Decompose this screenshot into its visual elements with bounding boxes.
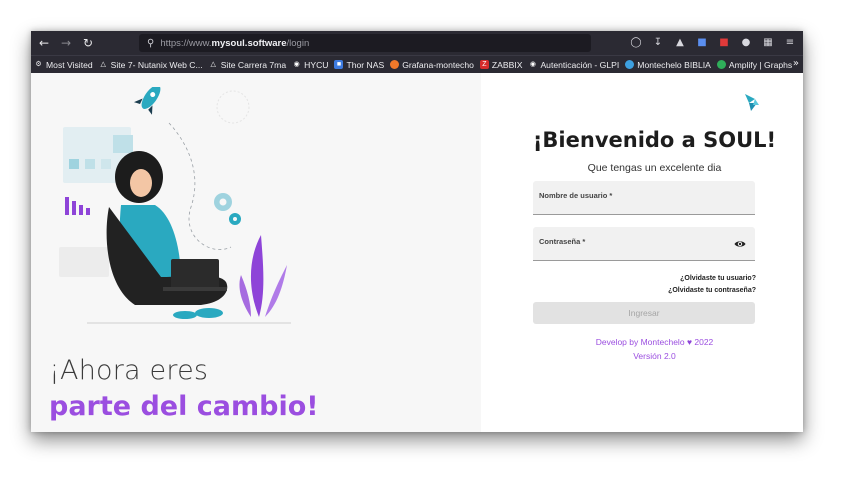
- url-bar[interactable]: ⚲ https://www.mysoul.software/login: [139, 34, 591, 52]
- toolbar-icons: ◯ ↧ ▲ ■ ■ ● ▦ ≡: [629, 34, 797, 50]
- shield-icon[interactable]: ■: [695, 34, 709, 50]
- page-content: ¡Ahora eres parte del cambio! ¡Bienvenid…: [31, 73, 803, 432]
- bookmark-thor-nas[interactable]: ■ Thor NAS: [334, 60, 384, 70]
- page-subtitle: Que tengas un excelente dia: [587, 162, 722, 174]
- bookmark-glpi[interactable]: ◉ Autenticación - GLPI: [528, 60, 619, 70]
- browser-toolbar: ← → ↻ ⚲ https://www.mysoul.software/logi…: [31, 31, 803, 55]
- download-icon[interactable]: ↧: [651, 34, 665, 50]
- username-label: Nombre de usuario *: [539, 191, 613, 200]
- version-text: Versión 2.0: [633, 351, 676, 361]
- bookmark-biblia[interactable]: Montechelo BIBLIA: [625, 60, 711, 70]
- globe-icon: ◉: [529, 61, 536, 68]
- extension-icon[interactable]: ▲: [673, 34, 687, 50]
- pocket-icon[interactable]: ◯: [629, 34, 643, 50]
- bookmark-hycu[interactable]: ◉ HYCU: [292, 60, 329, 70]
- account-icon[interactable]: ●: [739, 34, 753, 50]
- bookmarks-overflow-button[interactable]: »: [793, 58, 799, 69]
- credit-prefix: Develop by Montechelo: [595, 337, 685, 347]
- soul-logo: [745, 94, 759, 111]
- password-field[interactable]: Contraseña *: [533, 227, 755, 261]
- amplify-icon: [716, 60, 726, 69]
- browser-window: ← → ↻ ⚲ https://www.mysoul.software/logi…: [31, 31, 803, 432]
- login-panel: ¡Bienvenido a SOUL! Que tengas un excele…: [481, 73, 803, 432]
- url-text: https://www.mysoul.software/login: [160, 37, 310, 49]
- bible-icon: [625, 60, 635, 69]
- username-field[interactable]: Nombre de usuario *: [533, 181, 755, 215]
- illustration-woman-laptop: [59, 87, 291, 324]
- puzzle-icon[interactable]: ▦: [761, 34, 775, 50]
- bookmark-grafana[interactable]: Grafana-montecho: [390, 60, 474, 70]
- page-title: ¡Bienvenido a SOUL!: [532, 128, 777, 152]
- bookmark-nutanix[interactable]: △ Site 7- Nutanix Web C...: [99, 60, 202, 70]
- bookmark-amplify[interactable]: Amplify | Graphs: [716, 60, 792, 70]
- bookmark-zabbix[interactable]: Z ZABBIX: [479, 60, 522, 70]
- nutanix-icon: △: [210, 61, 216, 68]
- globe-icon: ◉: [293, 61, 300, 68]
- credit-year: 2022: [694, 337, 714, 347]
- forgot-password-link[interactable]: ¿Olvidaste tu contraseña?: [668, 287, 756, 294]
- gear-icon: ⚙: [35, 61, 42, 68]
- grafana-icon: [390, 60, 400, 69]
- forgot-username-link[interactable]: ¿Olvidaste tu usuario?: [680, 275, 756, 282]
- reload-button[interactable]: ↻: [79, 34, 97, 52]
- hero-panel: ¡Ahora eres parte del cambio!: [31, 73, 481, 432]
- addon-icon[interactable]: ■: [717, 34, 731, 50]
- bookmarks-bar: ⚙ Most Visited △ Site 7- Nutanix Web C... …: [31, 55, 803, 73]
- back-button[interactable]: ←: [35, 34, 53, 52]
- password-label: Contraseña *: [539, 237, 586, 246]
- credit-text: Develop by Montechelo ♥ 2022: [481, 337, 803, 347]
- menu-icon[interactable]: ≡: [783, 34, 797, 50]
- bookmark-most-visited[interactable]: ⚙ Most Visited: [34, 60, 92, 70]
- eye-icon[interactable]: [734, 239, 746, 249]
- nutanix-icon: △: [100, 61, 106, 68]
- login-button[interactable]: Ingresar: [533, 302, 755, 324]
- hero-line-2: parte del cambio!: [49, 391, 319, 422]
- nas-icon: ■: [334, 60, 344, 69]
- hero-line-1: ¡Ahora eres: [49, 355, 209, 386]
- search-icon: ⚲: [147, 37, 155, 49]
- zabbix-icon: Z: [479, 60, 489, 69]
- heart-icon: ♥: [686, 337, 692, 347]
- bookmark-site-carrera[interactable]: △ Site Carrera 7ma: [209, 60, 286, 70]
- forward-button[interactable]: →: [57, 34, 75, 52]
